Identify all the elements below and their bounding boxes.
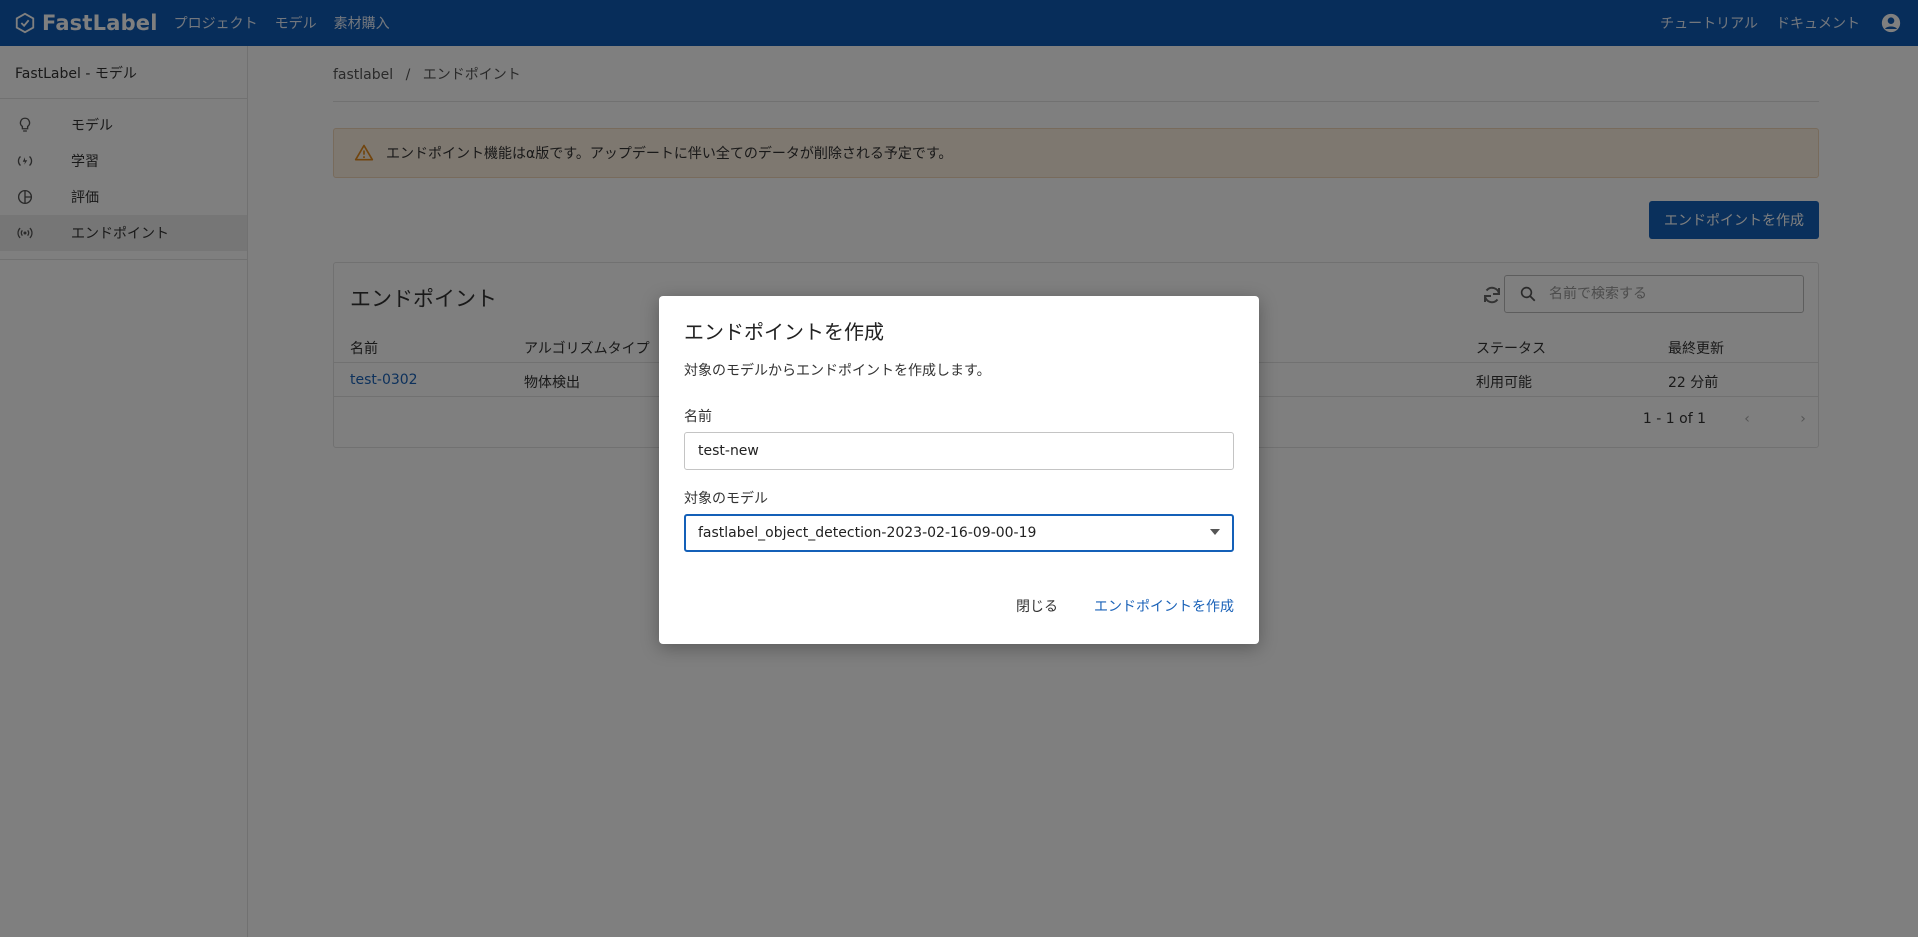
name-field-label: 名前 (684, 409, 712, 425)
dialog-description: 対象のモデルからエンドポイントを作成します。 (684, 363, 991, 379)
create-endpoint-submit-button[interactable]: エンドポイントを作成 (1094, 596, 1234, 616)
model-field-label: 対象のモデル (684, 491, 768, 507)
model-select[interactable]: fastlabel_object_detection-2023-02-16-09… (684, 514, 1234, 552)
close-button[interactable]: 閉じる (1016, 596, 1058, 616)
model-select-value: fastlabel_object_detection-2023-02-16-09… (698, 525, 1037, 541)
create-endpoint-dialog: エンドポイントを作成 対象のモデルからエンドポイントを作成します。 名前 対象の… (659, 296, 1259, 644)
name-input[interactable] (698, 443, 1233, 459)
dialog-title: エンドポイントを作成 (684, 320, 884, 344)
dialog-actions: 閉じる エンドポイントを作成 (1016, 596, 1234, 616)
name-field-container[interactable] (684, 432, 1234, 470)
dropdown-caret-icon[interactable] (1210, 529, 1220, 535)
